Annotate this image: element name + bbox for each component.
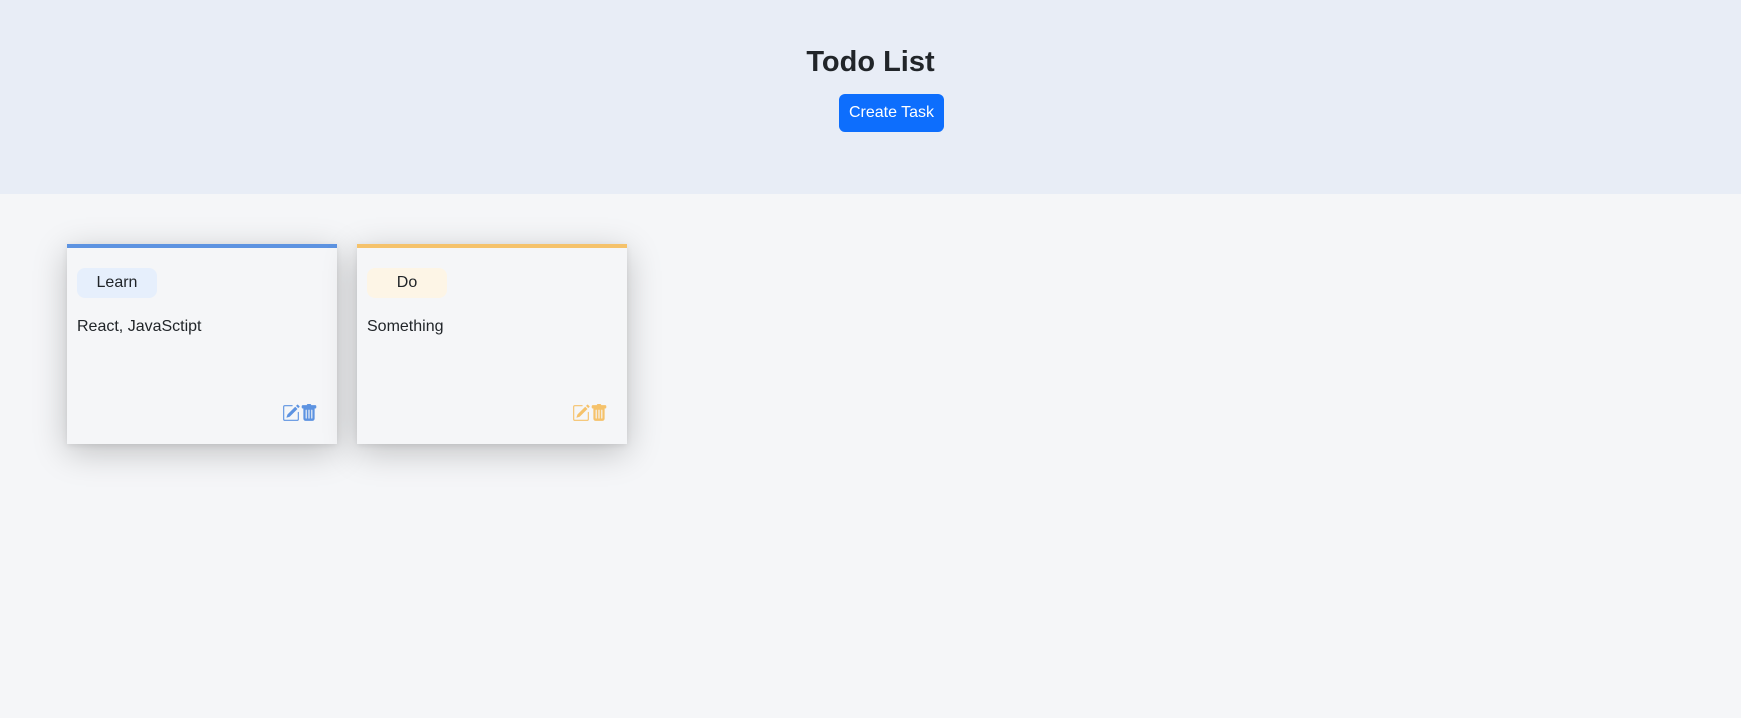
task-card: Do Something bbox=[357, 244, 627, 444]
task-category-badge: Do bbox=[367, 268, 447, 298]
task-card: Learn React, JavaSctipt bbox=[67, 244, 337, 444]
header: Todo List Create Task bbox=[0, 0, 1741, 194]
edit-icon[interactable] bbox=[282, 404, 300, 422]
task-description: React, JavaSctipt bbox=[77, 318, 202, 335]
task-category-badge: Learn bbox=[77, 268, 157, 298]
edit-icon[interactable] bbox=[572, 404, 590, 422]
task-description: Something bbox=[367, 318, 444, 335]
page-title: Todo List bbox=[806, 46, 935, 78]
card-accent-bar bbox=[67, 244, 337, 248]
card-actions bbox=[282, 404, 318, 422]
card-actions bbox=[572, 404, 608, 422]
create-task-button[interactable]: Create Task bbox=[839, 94, 944, 132]
card-accent-bar bbox=[357, 244, 627, 248]
trash-icon[interactable] bbox=[300, 404, 318, 422]
trash-icon[interactable] bbox=[590, 404, 608, 422]
